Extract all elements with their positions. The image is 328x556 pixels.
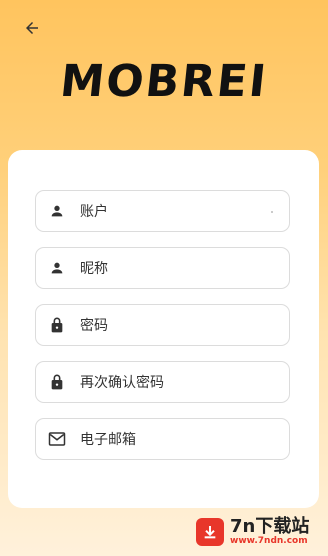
email-input[interactable]: 电子邮箱 [80,429,289,449]
mail-icon [48,430,66,448]
lock-icon [48,316,66,334]
password-input[interactable]: 密码 [80,315,289,335]
nickname-field[interactable]: 昵称 [35,247,290,289]
confirm-password-input[interactable]: 再次确认密码 [80,372,289,392]
cursor-dot [271,211,273,213]
watermark-url: www.7ndn.com [230,535,308,546]
nickname-input[interactable]: 昵称 [80,258,289,278]
app-logo: MOBREI [57,56,271,107]
lock-icon [48,373,66,391]
register-card: 账户 昵称 密码 再次确认密码 电子邮箱 [8,150,319,508]
download-icon [196,518,224,546]
email-field[interactable]: 电子邮箱 [35,418,290,460]
arrow-left-icon [23,19,41,41]
person-icon [48,202,66,220]
person-icon [48,259,66,277]
watermark-title: 7n下载站 [230,515,310,537]
account-field[interactable]: 账户 [35,190,290,232]
confirm-password-field[interactable]: 再次确认密码 [35,361,290,403]
watermark: 7n下载站 www.7ndn.com [196,512,322,552]
back-button[interactable] [20,18,44,42]
account-input[interactable]: 账户 [80,201,289,221]
password-field[interactable]: 密码 [35,304,290,346]
